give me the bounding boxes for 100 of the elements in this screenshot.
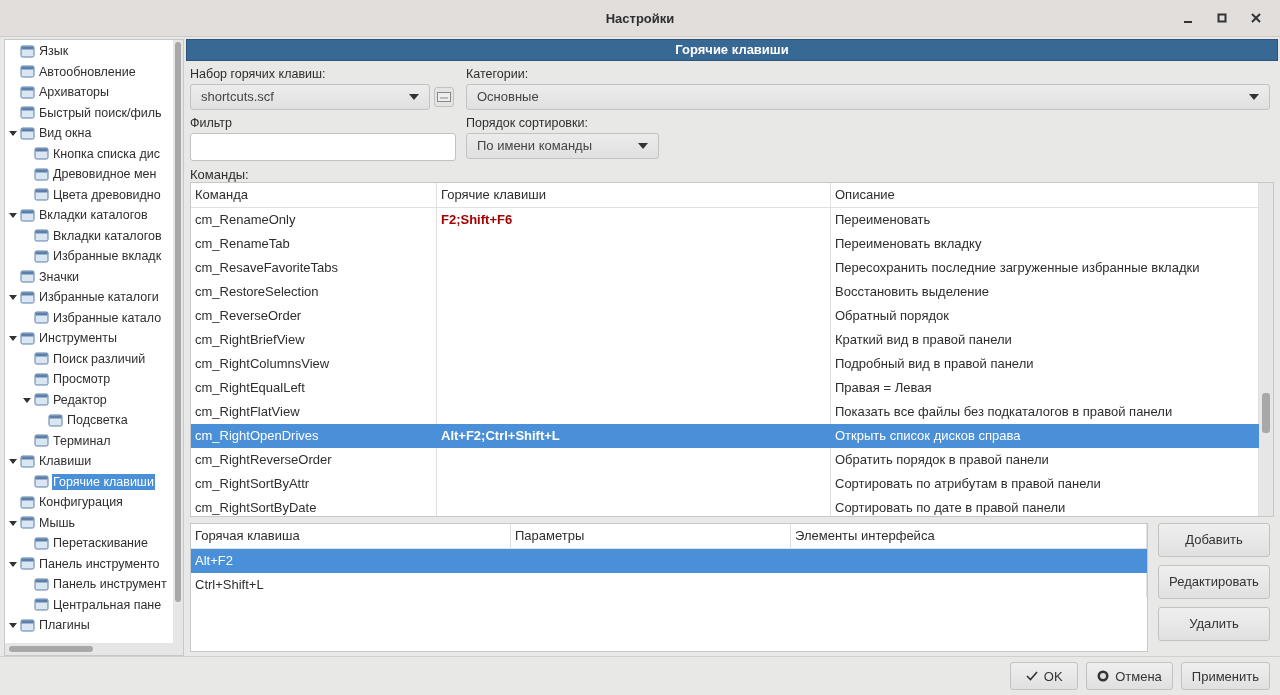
tree-item[interactable]: Быстрый поиск/филь — [38, 104, 163, 121]
minimize-icon — [1184, 21, 1192, 23]
caret-icon — [1249, 93, 1259, 100]
check-icon — [1025, 671, 1038, 681]
window-icon — [20, 64, 35, 80]
categories-dropdown[interactable]: Основные — [466, 83, 1270, 110]
table-cell[interactable]: cm_ResaveFavoriteTabs — [191, 255, 437, 280]
tree-item[interactable]: Кнопка списка дис — [52, 145, 162, 162]
table-cell[interactable]: cm_RestoreSelection — [191, 279, 437, 304]
window-icon — [20, 453, 35, 469]
tree-item[interactable]: Подсветка — [66, 412, 129, 429]
window-icon — [20, 43, 35, 59]
section-header: Горячие клавиши — [186, 39, 1278, 61]
keyboard-button[interactable] — [434, 86, 454, 107]
tree-item[interactable]: Вкладки каталогов — [52, 227, 163, 244]
tree-item[interactable]: Редактор — [52, 391, 108, 408]
field-label: Порядок сортировки: — [466, 115, 589, 130]
stop-icon — [1097, 670, 1110, 682]
window-icon — [34, 433, 49, 449]
close-icon — [1251, 13, 1261, 23]
caret-icon — [409, 93, 419, 100]
tree-item[interactable]: Избранные катало — [52, 309, 163, 326]
window-icon — [48, 412, 63, 428]
tree-item[interactable]: Цвета древовидно — [52, 186, 162, 203]
window-icon — [34, 392, 49, 408]
window-title: Настройки — [605, 10, 675, 26]
window-icon — [34, 371, 49, 387]
tree-item[interactable]: Избранные вкладк — [52, 248, 163, 265]
tree-item[interactable]: Центральная пане — [52, 596, 163, 613]
window-icon — [20, 105, 35, 121]
column-header[interactable]: Горячая клавиша — [191, 523, 511, 548]
filter-field[interactable] — [190, 132, 456, 161]
window-icon — [34, 535, 49, 551]
shortcut-set-dropdown[interactable]: shortcuts.scf — [190, 83, 430, 110]
window-icon — [34, 166, 49, 182]
table-cell[interactable]: cm_RightBriefView — [191, 327, 437, 352]
table-cell[interactable]: cm_ReverseOrder — [191, 303, 437, 328]
field-label: Набор горячих клавиш: — [190, 66, 327, 81]
window-icon — [20, 84, 35, 100]
tree-item[interactable]: Панель инструменто — [38, 555, 161, 572]
dialog-button[interactable]: Применить — [1180, 662, 1270, 690]
window-icon — [20, 289, 35, 305]
table-cell[interactable]: cm_RenameTab — [191, 231, 437, 256]
tree-item[interactable]: Язык — [38, 43, 70, 60]
column-header[interactable]: Элементы интерфейса — [791, 523, 1147, 548]
window-icon — [34, 597, 49, 613]
table-cell[interactable]: cm_RenameOnly — [191, 207, 437, 232]
tree-item[interactable]: Вкладки каталогов — [38, 207, 149, 224]
table-cell[interactable]: cm_RightEqualLeft — [191, 375, 437, 400]
window-icon — [20, 617, 35, 633]
column-header[interactable]: Команда — [191, 182, 437, 207]
tree-item[interactable]: Вид окна — [38, 125, 93, 142]
tree-item[interactable]: Древовидное мен — [52, 166, 158, 183]
window-icon — [34, 146, 49, 162]
action-button[interactable]: Удалить — [1158, 606, 1270, 641]
table-cell[interactable]: cm_RightReverseOrder — [191, 447, 437, 472]
field-label: Фильтр — [190, 115, 233, 130]
window-icon — [20, 269, 35, 285]
tree-item[interactable]: Клавиши — [38, 453, 93, 470]
tree-item[interactable]: Значки — [38, 268, 81, 285]
field-label: Категории: — [466, 66, 530, 81]
tree-item[interactable]: Мышь — [38, 514, 76, 531]
column-header[interactable]: Горячие клавиши — [437, 182, 831, 207]
tree-item[interactable]: Просмотр — [52, 371, 112, 388]
list-item[interactable]: Ctrl+Shift+L — [191, 572, 1147, 597]
window-icon — [34, 228, 49, 244]
table-cell[interactable]: cm_RightSortByAttr — [191, 471, 437, 496]
window-icon — [34, 474, 49, 490]
dialog-button[interactable]: OK — [1010, 662, 1079, 690]
tree-item[interactable]: Поиск различий — [52, 350, 147, 367]
window-icon — [20, 207, 35, 223]
action-button[interactable]: Добавить — [1158, 522, 1270, 557]
column-header[interactable]: Параметры — [511, 523, 791, 548]
table-cell[interactable]: cm_RightColumnsView — [191, 351, 437, 376]
window-icon — [20, 330, 35, 346]
sort-order-dropdown[interactable]: По имени команды — [466, 132, 659, 159]
window-icon — [34, 187, 49, 203]
action-button[interactable]: Редактировать — [1158, 564, 1270, 599]
caret-icon — [638, 142, 648, 149]
window-icon — [20, 556, 35, 572]
dialog-button[interactable]: Отмена — [1086, 662, 1173, 690]
window-icon — [34, 576, 49, 592]
tree-item[interactable]: Перетаскивание — [52, 535, 149, 552]
window-icon — [20, 125, 35, 141]
table-cell[interactable]: F2;Shift+F6 — [437, 207, 831, 232]
maximize-icon — [1217, 13, 1227, 23]
tree-item[interactable]: Автообновление — [38, 63, 137, 80]
tree-item[interactable]: Терминал — [52, 432, 112, 449]
window-icon — [34, 248, 49, 264]
tree-item[interactable]: Плагины — [38, 617, 91, 634]
window-icon — [34, 310, 49, 326]
tree-item[interactable]: Архиваторы — [38, 84, 111, 101]
tree-item[interactable]: Инструменты — [38, 330, 118, 347]
window-icon — [20, 494, 35, 510]
table-cell[interactable]: cm_RightFlatView — [191, 399, 437, 424]
tree-item[interactable]: Конфигурация — [38, 494, 124, 511]
tree-item[interactable]: Избранные каталоги — [38, 289, 160, 306]
tree-item[interactable]: Панель инструмент — [52, 576, 168, 593]
window-icon — [34, 351, 49, 367]
table-cell[interactable]: cm_RightSortByDate — [191, 495, 437, 516]
